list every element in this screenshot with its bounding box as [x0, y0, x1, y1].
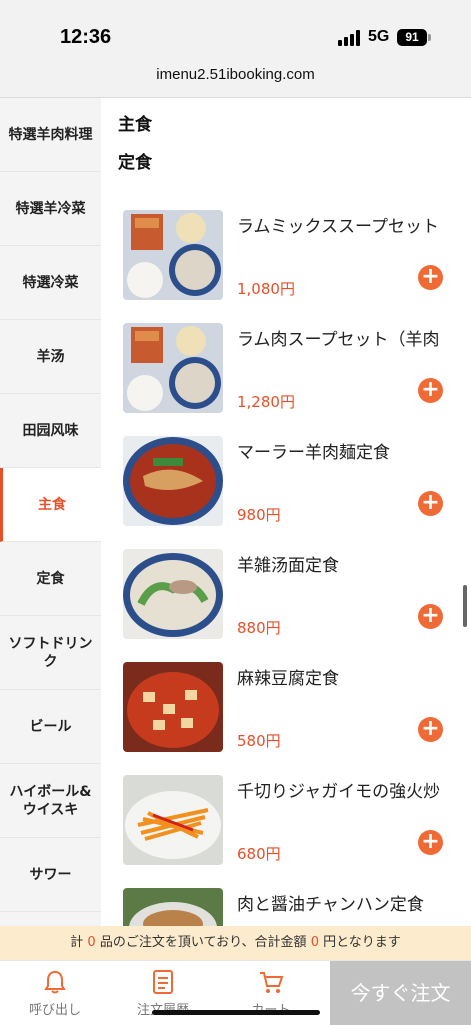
sidebar-item-label: 特選羊冷菜: [15, 200, 86, 217]
menu-item[interactable]: ラム肉スープセット（羊肉 1,280円 +: [123, 323, 463, 423]
menu-item[interactable]: 千切りジャガイモの強火炒 680円 +: [123, 775, 463, 875]
sidebar-item-countryside[interactable]: 田园风味: [0, 394, 101, 468]
dish-price: 980円: [237, 506, 281, 524]
add-to-cart-button[interactable]: +: [418, 491, 443, 516]
dish-photo: [123, 436, 223, 526]
summary-middle: 品のご注文を頂いており、合計金額: [99, 935, 307, 950]
sidebar-item-label: 羊汤: [36, 348, 65, 365]
cart-icon: [260, 972, 284, 993]
order-history-button[interactable]: 注文履歴: [110, 961, 216, 1025]
network-type: 5G: [368, 28, 390, 45]
add-to-cart-button[interactable]: +: [418, 717, 443, 742]
dish-photo: [123, 210, 223, 300]
dish-name: 羊雑汤面定食: [237, 556, 339, 576]
dish-price: 880円: [237, 619, 281, 637]
category-sidebar: 特選羊肉料理 特選羊冷菜 特選冷菜 羊汤 田园风味 主食 定食 ソフトドリンク …: [0, 98, 101, 926]
add-to-cart-button[interactable]: +: [418, 378, 443, 403]
dish-price: 580円: [237, 732, 281, 750]
sidebar-item-tokusen-lamb[interactable]: 特選羊肉料理: [0, 98, 101, 172]
sidebar-item-label: 特選冷菜: [22, 274, 79, 291]
order-summary: 計 0 品のご注文を頂いており、合計金額 0 円となります: [0, 926, 471, 960]
clock: 12:36: [60, 26, 112, 48]
dish-name: マーラー羊肉麺定食: [237, 443, 390, 463]
sidebar-item-staple[interactable]: 主食: [0, 468, 101, 542]
sidebar-item-highball[interactable]: ハイボール&ウイスキ: [0, 764, 101, 838]
dish-photo: [123, 775, 223, 865]
dish-name: 肉と醤油チャンハン定食: [237, 895, 424, 915]
address-bar[interactable]: imenu2.51ibooking.com: [0, 60, 471, 98]
dish-price: 1,080円: [237, 280, 295, 298]
list-icon: [153, 970, 173, 994]
battery-tip: [428, 34, 431, 41]
add-to-cart-button[interactable]: +: [418, 830, 443, 855]
sidebar-item-label: 田园风味: [22, 422, 79, 439]
battery-icon: 91: [397, 29, 427, 46]
dish-photo: [123, 888, 223, 926]
dish-price: 1,280円: [237, 393, 295, 411]
order-history-label: 注文履歴: [110, 999, 216, 1018]
menu-item[interactable]: マーラー羊肉麺定食 980円 +: [123, 436, 463, 536]
sidebar-item-label: ハイボール&ウイスキ: [9, 783, 92, 818]
summary-count: 0: [87, 935, 96, 950]
sidebar-item-label: ソフトドリンク: [8, 635, 93, 670]
scrollbar[interactable]: [463, 585, 467, 627]
sidebar-item-tokusen-cold[interactable]: 特選冷菜: [0, 246, 101, 320]
dish-price: 680円: [237, 845, 281, 863]
add-to-cart-button[interactable]: +: [418, 604, 443, 629]
menu-list: 主食 定食 ラムミックススープセット 1,080円 + ラム肉スープセット（羊肉…: [101, 98, 471, 926]
dish-photo: [123, 662, 223, 752]
summary-prefix: 計: [70, 935, 84, 950]
home-indicator[interactable]: [152, 1010, 320, 1015]
dish-photo: [123, 549, 223, 639]
cart-button[interactable]: カート: [218, 961, 324, 1025]
menu-item[interactable]: 羊雑汤面定食 880円 +: [123, 549, 463, 649]
subcategory-title: 定食: [118, 153, 152, 173]
sidebar-item-beer[interactable]: ビール: [0, 690, 101, 764]
sidebar-item-label: サワー: [29, 866, 72, 883]
category-title: 主食: [118, 115, 152, 135]
sidebar-item-next[interactable]: [0, 912, 101, 926]
status-bar: 12:36 5G 91: [0, 0, 471, 60]
dish-name: 麻辣豆腐定食: [237, 669, 339, 689]
menu-item[interactable]: 肉と醤油チャンハン定食: [123, 888, 463, 926]
bell-icon: [44, 970, 66, 994]
signal-icon: [338, 30, 362, 46]
order-now-button[interactable]: 今すぐ注文: [330, 961, 471, 1025]
dish-photo: [123, 323, 223, 413]
sidebar-item-soft-drink[interactable]: ソフトドリンク: [0, 616, 101, 690]
summary-suffix: 円となります: [323, 935, 401, 950]
sidebar-item-lamb-soup[interactable]: 羊汤: [0, 320, 101, 394]
call-staff-button[interactable]: 呼び出し: [2, 961, 108, 1025]
sidebar-item-label: ビール: [29, 718, 72, 735]
sidebar-item-set-meal[interactable]: 定食: [0, 542, 101, 616]
add-to-cart-button[interactable]: +: [418, 265, 443, 290]
sidebar-item-label: 定食: [36, 570, 65, 587]
dish-name: ラム肉スープセット（羊肉: [237, 330, 440, 350]
sidebar-item-tokusen-lamb-cold[interactable]: 特選羊冷菜: [0, 172, 101, 246]
summary-amount: 0: [310, 935, 319, 950]
menu-item[interactable]: ラムミックススープセット 1,080円 +: [123, 210, 463, 310]
dish-name: 千切りジャガイモの強火炒: [237, 782, 441, 802]
cart-label: カート: [218, 999, 324, 1018]
menu-item[interactable]: 麻辣豆腐定食 580円 +: [123, 662, 463, 762]
call-staff-label: 呼び出し: [28, 1003, 81, 1018]
dish-name: ラムミックススープセット: [237, 217, 439, 237]
sidebar-item-label: 主食: [38, 496, 66, 513]
sidebar-item-label: 特選羊肉料理: [8, 126, 93, 143]
sidebar-item-sour[interactable]: サワー: [0, 838, 101, 912]
